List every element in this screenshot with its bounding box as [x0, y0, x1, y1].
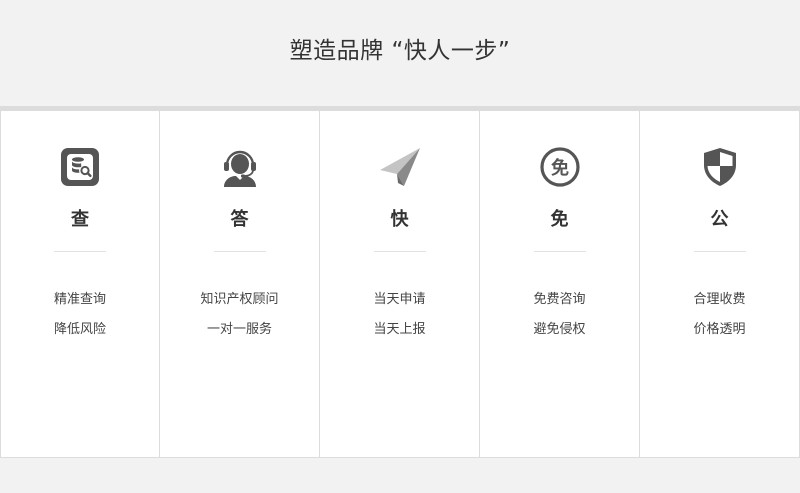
feature-card-fair: 公 合理收费 价格透明 [640, 111, 800, 457]
card-text-line: 避免侵权 [533, 322, 586, 337]
card-text-line: 当天申请 [373, 292, 426, 307]
card-divider [693, 251, 746, 252]
card-text-line: 精准查询 [53, 292, 106, 307]
card-text-line: 知识产权顾问 [200, 292, 279, 307]
paper-plane-icon [378, 145, 422, 189]
card-text-line: 当天上报 [373, 322, 426, 337]
page-header: 塑造品牌 “快人一步” [0, 0, 800, 106]
shield-icon [698, 145, 742, 189]
card-text-line: 价格透明 [693, 322, 746, 337]
card-divider [533, 251, 586, 252]
customer-service-headset-icon [218, 145, 262, 189]
card-title: 答 [230, 209, 249, 230]
card-text-line: 免费咨询 [533, 292, 586, 307]
card-divider [213, 251, 266, 252]
feature-card-free: 免 免 免费咨询 避免侵权 [480, 111, 640, 457]
card-title: 快 [390, 209, 409, 230]
card-text-line: 一对一服务 [206, 322, 272, 337]
feature-card-search: 查 精准查询 降低风险 [0, 111, 160, 457]
card-title: 查 [71, 209, 89, 230]
feature-cards: 查 精准查询 降低风险 答 知识产权顾问 一对一服务 快 当天申请 当天上报 免… [0, 111, 800, 457]
card-divider [54, 251, 106, 252]
card-title: 免 [550, 209, 569, 230]
svg-text:免: 免 [551, 157, 569, 179]
page-footer [0, 457, 800, 493]
free-badge-icon: 免 [538, 145, 582, 189]
card-title: 公 [710, 209, 729, 230]
card-divider [373, 251, 426, 252]
database-search-icon [58, 145, 102, 189]
card-text-line: 降低风险 [53, 322, 106, 337]
page-title: 塑造品牌 “快人一步” [289, 38, 511, 64]
feature-card-fast: 快 当天申请 当天上报 [320, 111, 480, 457]
feature-card-answer: 答 知识产权顾问 一对一服务 [160, 111, 320, 457]
card-text-line: 合理收费 [693, 292, 746, 307]
